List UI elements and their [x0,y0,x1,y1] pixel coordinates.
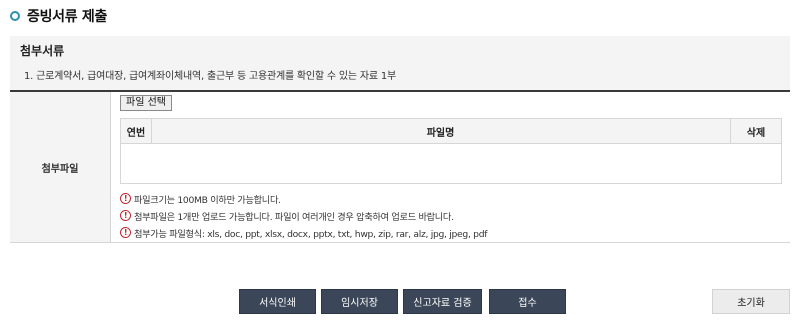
notice-text: 첨부파일은 1개만 업로드 가능합니다. 파일이 여러개인 경우 압축하여 업로… [134,211,454,223]
submit-button[interactable]: 접수 [489,289,566,314]
print-form-button[interactable]: 서식인쇄 [239,289,316,314]
attachments-item: 1. 근로계약서, 급여대장, 급여계좌이체내역, 출근부 등 고용관계를 확인… [24,71,397,82]
column-header-filename: 파일명 [151,119,731,143]
file-upload-table: 첨부파일 파일 선택 연번 파일명 삭제 ! 파일크기는 100MB 이하만 가… [10,90,790,243]
temp-save-button[interactable]: 임시저장 [321,289,398,314]
exclamation-circle-icon: ! [120,227,131,238]
attachments-info-box: 첨부서류 1. 근로계약서, 급여대장, 급여계좌이체내역, 출근부 등 고용관… [10,36,790,90]
circle-bullet-icon [10,11,20,21]
reset-button[interactable]: 초기화 [712,289,790,314]
file-list-header: 연번 파일명 삭제 [121,119,781,144]
notice-item: ! 첨부파일은 1개만 업로드 가능합니다. 파일이 여러개인 경우 압축하여 … [120,207,487,224]
notice-text: 첨부가능 파일형식: xls, doc, ppt, xlsx, docx, pp… [134,228,488,240]
notice-item: ! 파일크기는 100MB 이하만 가능합니다. [120,190,487,207]
exclamation-circle-icon: ! [120,210,131,221]
attachments-title: 첨부서류 [20,44,65,58]
file-select-button[interactable]: 파일 선택 [120,95,172,111]
column-header-no: 연번 [121,119,152,143]
verify-report-button[interactable]: 신고자료 검증 [403,289,482,314]
section-header: 증빙서류 제출 [10,6,107,26]
file-list-table: 연번 파일명 삭제 [120,118,782,184]
exclamation-circle-icon: ! [120,193,131,204]
upload-notices: ! 파일크기는 100MB 이하만 가능합니다. ! 첨부파일은 1개만 업로드… [120,190,487,241]
notice-item: ! 첨부가능 파일형식: xls, doc, ppt, xlsx, docx, … [120,224,487,241]
column-header-delete: 삭제 [746,127,766,139]
file-upload-label: 첨부파일 [41,163,79,175]
notice-text: 파일크기는 100MB 이하만 가능합니다. [134,194,281,206]
file-upload-label-cell: 첨부파일 [10,92,111,242]
section-title: 증빙서류 제출 [27,9,108,25]
